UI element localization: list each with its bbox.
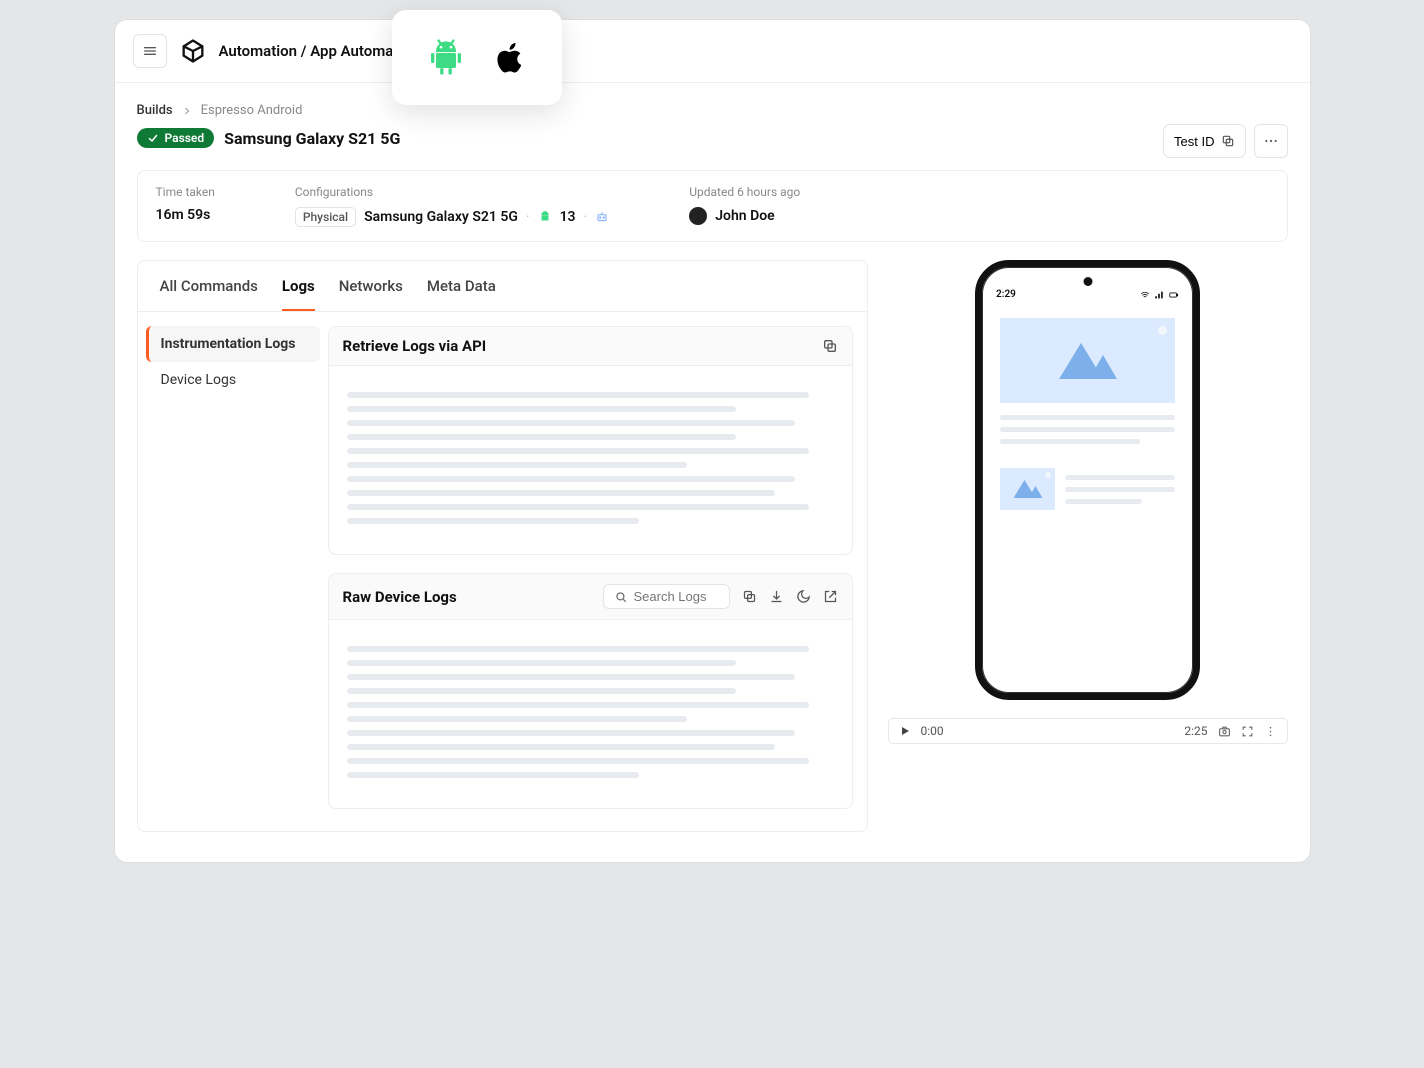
external-link-icon[interactable] <box>823 589 838 604</box>
download-icon[interactable] <box>769 589 784 604</box>
breadcrumb: Builds Espresso Android <box>137 103 1288 118</box>
menu-button[interactable] <box>133 34 167 68</box>
time-taken-value: 16m 59s <box>156 207 215 223</box>
copy-icon <box>1221 134 1235 148</box>
dots-horizontal-icon <box>1263 133 1279 149</box>
meta-panel: Time taken 16m 59s Configurations Physic… <box>137 170 1288 242</box>
camera-icon[interactable] <box>1218 725 1231 738</box>
test-id-label: Test ID <box>1174 134 1214 149</box>
top-bar: Automation / App Automation <box>115 20 1310 83</box>
updated-label: Updated 6 hours ago <box>689 185 800 199</box>
android-icon[interactable] <box>426 36 466 80</box>
play-icon[interactable] <box>899 725 911 737</box>
dots-vertical-icon[interactable] <box>1264 725 1277 738</box>
chevron-right-icon <box>181 105 193 117</box>
logo-icon <box>179 37 207 65</box>
os-selector-card <box>392 10 562 105</box>
config-os-version: 13 <box>560 209 576 225</box>
retrieve-logs-card: Retrieve Logs via API <box>328 326 853 555</box>
image-placeholder-small <box>1000 468 1055 510</box>
user-name: John Doe <box>715 208 774 224</box>
test-id-button[interactable]: Test ID <box>1163 124 1245 158</box>
tab-networks[interactable]: Networks <box>339 277 403 311</box>
sidebar-item-instrumentation[interactable]: Instrumentation Logs <box>146 326 320 362</box>
breadcrumb-current: Espresso Android <box>201 103 303 118</box>
check-icon <box>147 132 159 144</box>
search-icon <box>614 590 628 604</box>
physical-chip: Physical <box>295 207 356 227</box>
user-avatar <box>689 207 707 225</box>
raw-device-logs-body <box>329 620 852 808</box>
raw-device-logs-card: Raw Device Logs <box>328 573 853 809</box>
device-status-icons <box>1140 290 1179 300</box>
text-placeholder <box>1000 415 1175 444</box>
page-title: Samsung Galaxy S21 5G <box>224 129 400 148</box>
device-clock: 2:29 <box>996 289 1016 300</box>
device-preview: 2:29 <box>975 260 1200 700</box>
sidebar-item-device-logs[interactable]: Device Logs <box>146 362 320 398</box>
time-taken-label: Time taken <box>156 185 215 199</box>
retrieve-logs-body <box>329 366 852 554</box>
raw-device-logs-title: Raw Device Logs <box>343 588 457 606</box>
player-current-time: 0:00 <box>921 724 944 738</box>
image-placeholder <box>1000 318 1175 403</box>
status-label: Passed <box>165 131 205 145</box>
text-placeholder-small <box>1065 468 1175 511</box>
moon-icon[interactable] <box>796 589 811 604</box>
tabs-panel: All Commands Logs Networks Meta Data Ins… <box>137 260 868 832</box>
hamburger-icon <box>142 43 158 59</box>
logs-side-list: Instrumentation Logs Device Logs <box>138 312 328 831</box>
copy-icon[interactable] <box>822 338 838 354</box>
search-logs-input[interactable] <box>634 589 719 604</box>
player-total-time: 2:25 <box>1184 724 1207 738</box>
android-small-icon <box>538 210 552 224</box>
fullscreen-icon[interactable] <box>1241 725 1254 738</box>
copy-icon[interactable] <box>742 589 757 604</box>
video-player-bar[interactable]: 0:00 2:25 <box>888 718 1288 744</box>
tab-meta-data[interactable]: Meta Data <box>427 277 496 311</box>
topbar-title: Automation / App Automation <box>219 42 420 60</box>
tab-logs[interactable]: Logs <box>282 277 315 311</box>
more-button[interactable] <box>1254 124 1288 158</box>
apple-icon[interactable] <box>494 38 528 78</box>
tabs-row: All Commands Logs Networks Meta Data <box>138 261 867 312</box>
status-badge: Passed <box>137 128 215 148</box>
bot-icon <box>595 210 609 224</box>
tab-all-commands[interactable]: All Commands <box>160 277 258 311</box>
search-logs-field[interactable] <box>603 584 730 609</box>
retrieve-logs-title: Retrieve Logs via API <box>343 337 487 355</box>
configurations-label: Configurations <box>295 185 609 199</box>
breadcrumb-root[interactable]: Builds <box>137 103 173 118</box>
config-device-name: Samsung Galaxy S21 5G <box>364 209 518 225</box>
